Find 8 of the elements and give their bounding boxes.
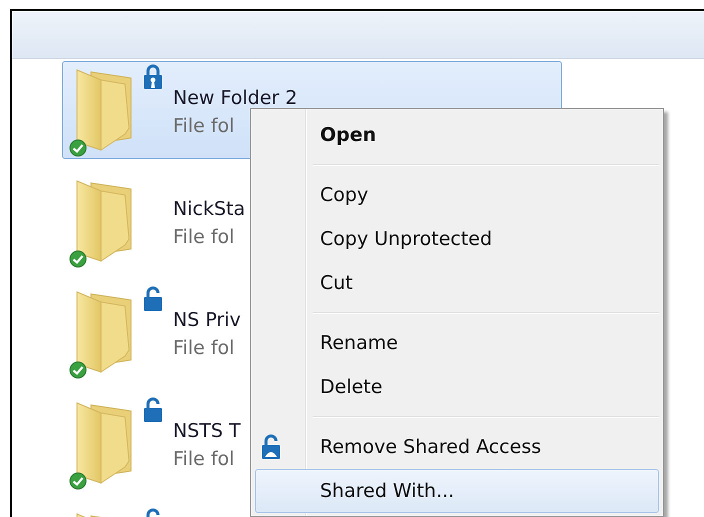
file-type: File fol bbox=[173, 114, 236, 138]
file-name: NS Priv bbox=[173, 308, 241, 332]
file-name: New Folder 2 bbox=[173, 86, 298, 110]
file-type: File fol bbox=[173, 447, 236, 471]
file-name: NSTS T bbox=[173, 419, 241, 443]
file-type: File fol bbox=[173, 225, 236, 249]
file-name: NickSta bbox=[173, 197, 246, 221]
file-type: File fol bbox=[173, 336, 236, 360]
